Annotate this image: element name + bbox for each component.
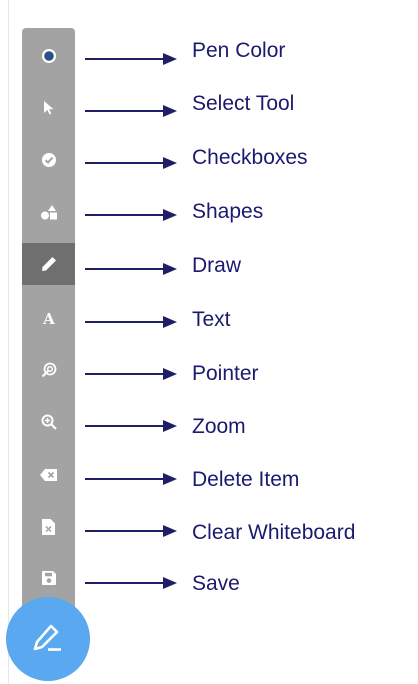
edit-pencil-icon [33, 624, 61, 651]
pointer-arrow [85, 368, 181, 380]
pen-color-button[interactable] [22, 37, 75, 75]
delete-item-arrow [85, 473, 181, 485]
checkboxes-arrow [85, 157, 181, 169]
edit-fab-button[interactable] [6, 597, 90, 681]
text-arrow [85, 316, 181, 328]
select-tool-arrow [85, 105, 181, 117]
text-a-icon: A [42, 311, 55, 325]
backspace-icon [39, 469, 57, 481]
clear-whiteboard-button[interactable] [22, 508, 75, 546]
checkboxes-label: Checkboxes [192, 146, 308, 169]
svg-text:A: A [42, 311, 55, 325]
save-arrow [85, 577, 181, 589]
draw-button[interactable] [22, 243, 75, 285]
clear-document-icon [42, 519, 55, 535]
select-tool-button[interactable] [22, 89, 75, 127]
zoom-in-icon [41, 414, 57, 430]
save-label: Save [192, 572, 240, 595]
save-disk-icon [41, 571, 56, 585]
pencil-icon [41, 257, 56, 271]
pen-color-arrow [85, 53, 181, 65]
select-tool-label: Select Tool [192, 92, 295, 115]
pointer-icon [41, 362, 56, 378]
zoom-button[interactable] [22, 403, 75, 441]
text-button[interactable]: A [22, 299, 75, 337]
delete-item-label: Delete Item [192, 468, 300, 491]
cursor-arrow-icon [43, 101, 53, 115]
draw-arrow [85, 263, 181, 275]
shapes-label: Shapes [192, 200, 264, 223]
clear-whiteboard-label: Clear Whiteboard [192, 521, 356, 544]
checkboxes-button[interactable] [22, 141, 75, 179]
zoom-label: Zoom [192, 415, 246, 438]
left-edge-divider [8, 0, 9, 684]
shapes-icon [40, 205, 57, 220]
pointer-button[interactable] [22, 351, 75, 389]
draw-label: Draw [192, 254, 242, 277]
zoom-arrow [85, 420, 181, 432]
shapes-arrow [85, 209, 181, 221]
pen-color-icon [41, 49, 56, 63]
shapes-button[interactable] [22, 193, 75, 231]
text-label: Text [192, 308, 231, 331]
pointer-label: Pointer [192, 362, 259, 385]
check-circle-icon [41, 153, 56, 167]
pen-color-label: Pen Color [192, 39, 286, 62]
delete-item-button[interactable] [22, 456, 75, 494]
clear-whiteboard-arrow [85, 525, 181, 537]
save-button[interactable] [22, 559, 75, 597]
